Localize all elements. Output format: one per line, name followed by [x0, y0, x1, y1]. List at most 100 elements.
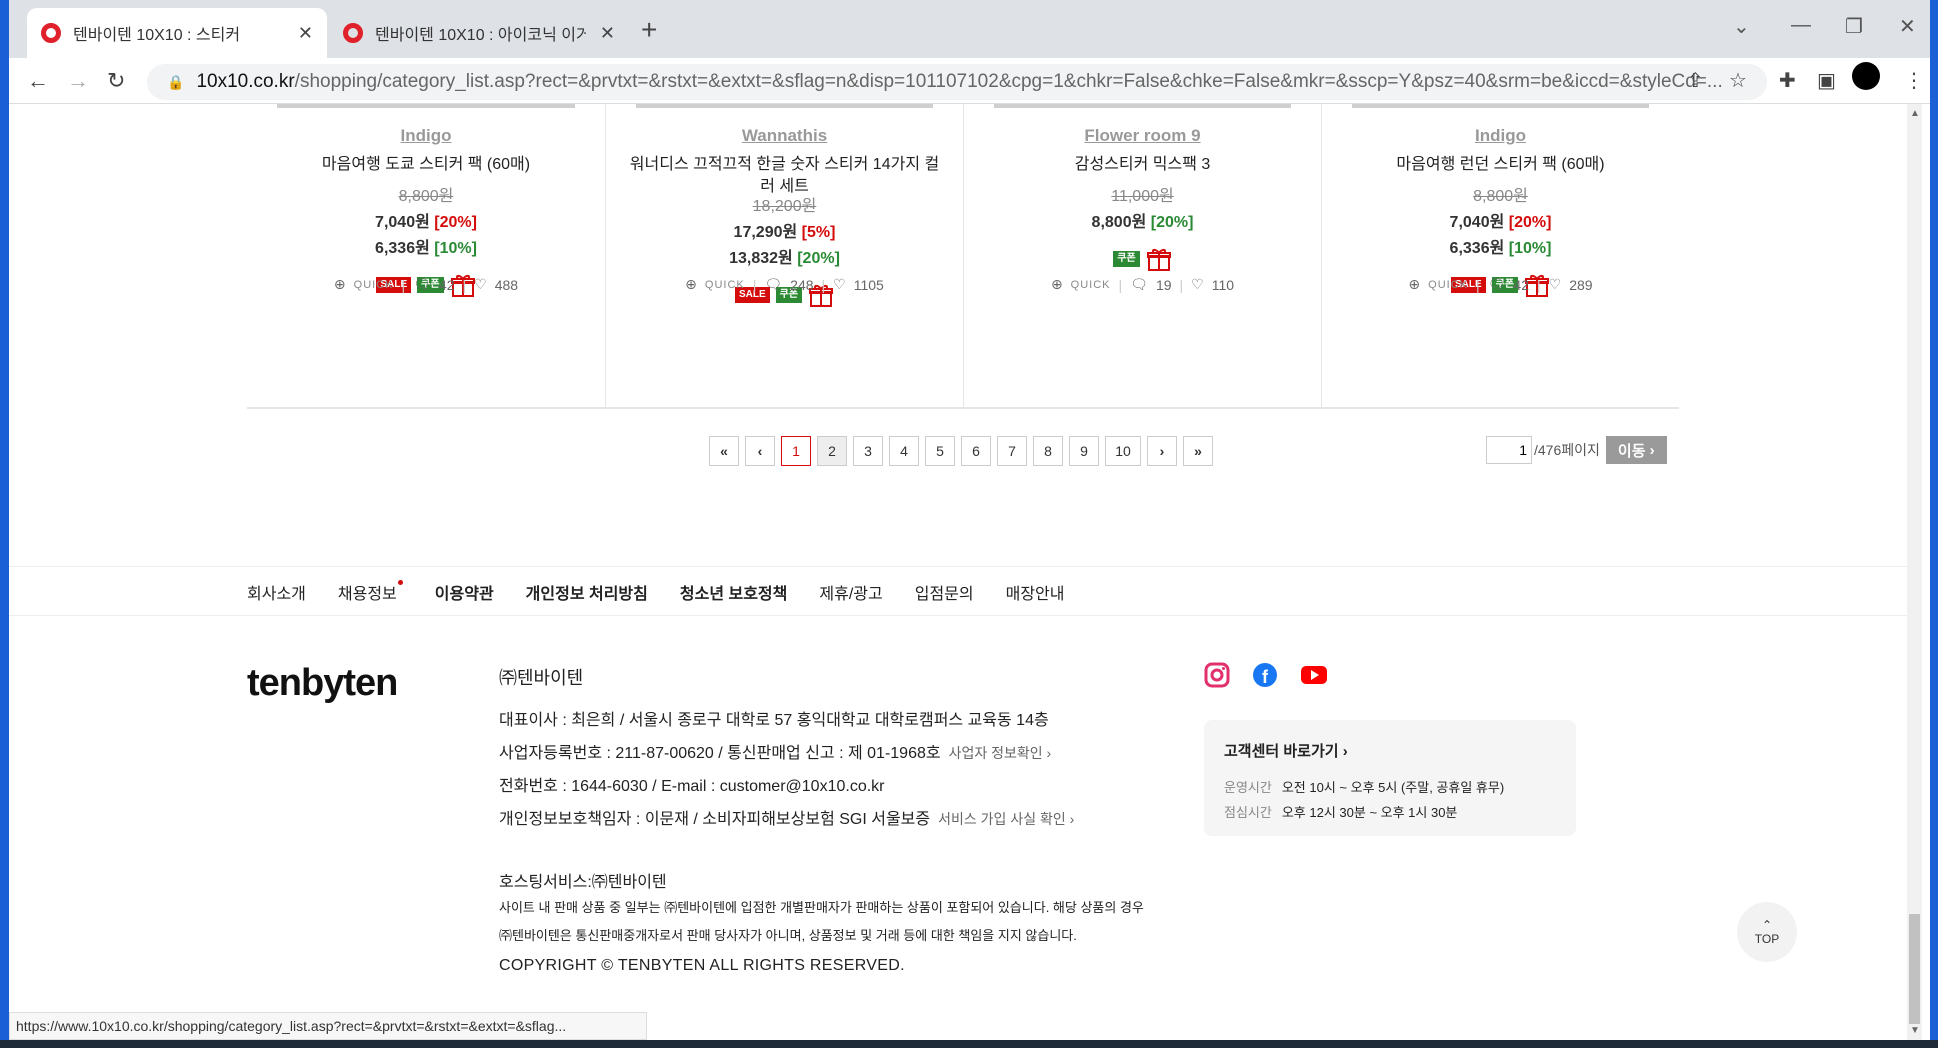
tenbyten-logo[interactable]: tenbyten: [247, 662, 398, 705]
brand-link[interactable]: Indigo: [247, 126, 605, 146]
tab-title: 텐바이텐 10X10 : 아이코닉 이거: [375, 27, 586, 44]
next-page-icon[interactable]: ›: [1147, 436, 1177, 466]
footer-link[interactable]: 매장안내: [1006, 580, 1065, 604]
page-jump-label: 이동: [1617, 442, 1646, 460]
product-thumbnail[interactable]: [277, 104, 575, 108]
side-panel-icon[interactable]: ▣: [1817, 68, 1836, 93]
page-link[interactable]: 9: [1069, 436, 1099, 466]
page-link[interactable]: 4: [889, 436, 919, 466]
quick-view-button[interactable]: QUICK: [1428, 279, 1468, 291]
customer-center-box[interactable]: 고객센터 바로가기 › 운영시간 오전 10시 ~ 오후 5시 (주말, 공휴일 …: [1204, 720, 1576, 836]
product-card[interactable]: Indigo 마음여행 런던 스티커 팩 (60매) 8,800원 7,040원 [2…: [1321, 104, 1679, 407]
hours-row: 운영시간 오전 10시 ~ 오후 5시 (주말, 공휴일 휴무): [1224, 775, 1556, 800]
heart-icon[interactable]: ♡: [1191, 276, 1204, 293]
page-link[interactable]: 6: [961, 436, 991, 466]
reload-icon[interactable]: ↻: [107, 68, 125, 94]
original-price: 8,800원: [398, 188, 454, 205]
heart-icon[interactable]: ♡: [474, 276, 487, 293]
scroll-up-icon[interactable]: ▲: [1910, 108, 1920, 119]
first-page-icon[interactable]: «: [709, 436, 739, 466]
close-icon[interactable]: ✕: [600, 23, 615, 44]
footer-link[interactable]: 채용정보: [338, 580, 403, 604]
restore-icon[interactable]: ❐: [1845, 14, 1863, 39]
product-card[interactable]: Wannathis 워너디스 끄적끄적 한글 숫자 스티커 14가지 컬러 세트 1…: [605, 104, 963, 407]
product-thumbnail[interactable]: [636, 104, 933, 108]
share-icon[interactable]: ⇪: [1687, 68, 1704, 93]
new-tab-plus-icon[interactable]: +: [641, 14, 657, 46]
footer-link[interactable]: 이용약관: [435, 580, 494, 604]
top-label: TOP: [1754, 932, 1780, 946]
business-info-link[interactable]: 사업자 정보확인 ›: [949, 745, 1052, 761]
heart-icon[interactable]: ♡: [833, 276, 846, 293]
bookmark-star-icon[interactable]: ☆: [1729, 68, 1747, 93]
window-close-icon[interactable]: ✕: [1899, 14, 1916, 39]
page-link[interactable]: 1: [781, 436, 811, 466]
instagram-icon[interactable]: [1204, 662, 1230, 688]
product-name[interactable]: 워너디스 끄적끄적 한글 숫자 스티커 14가지 컬러 세트: [626, 154, 943, 198]
product-name[interactable]: 마음여행 런던 스티커 팩 (60매): [1342, 154, 1659, 176]
quick-view-button[interactable]: QUICK: [1071, 279, 1111, 291]
quick-view-button[interactable]: QUICK: [354, 279, 394, 291]
forward-arrow-icon[interactable]: →: [67, 68, 89, 94]
zoom-icon[interactable]: ⊕: [1408, 276, 1420, 293]
extensions-puzzle-icon[interactable]: ✚: [1779, 68, 1796, 93]
footer-link-label: 채용정보: [337, 586, 397, 603]
heart-icon[interactable]: ♡: [1549, 276, 1562, 293]
product-thumbnail[interactable]: [994, 104, 1291, 108]
zoom-icon[interactable]: ⊕: [1051, 276, 1063, 293]
page-link[interactable]: 7: [997, 436, 1027, 466]
quick-view-button[interactable]: QUICK: [705, 279, 745, 291]
lunch-row: 점심시간 오후 12시 30분 ~ 오후 1시 30분: [1224, 800, 1556, 825]
coupon-percent: [10%]: [1508, 240, 1552, 257]
page-link[interactable]: 3: [853, 436, 883, 466]
last-page-icon[interactable]: »: [1183, 436, 1213, 466]
facebook-icon[interactable]: f: [1252, 662, 1278, 688]
product-card[interactable]: Indigo 마음여행 도쿄 스티커 팩 (60매) 8,800원 7,040원 [2…: [247, 104, 605, 407]
customer-center-link[interactable]: 고객센터 바로가기 ›: [1224, 740, 1556, 761]
profile-avatar[interactable]: [1852, 62, 1880, 90]
scroll-thumb[interactable]: [1909, 914, 1920, 1024]
page-link[interactable]: 5: [925, 436, 955, 466]
page-link[interactable]: 10: [1105, 436, 1141, 466]
zoom-icon[interactable]: ⊕: [334, 276, 346, 293]
hosting-info: 호스팅서비스:㈜텐바이텐: [499, 874, 667, 891]
footer-link-label: 매장안내: [1005, 586, 1065, 603]
scroll-down-icon[interactable]: ▼: [1910, 1025, 1920, 1036]
coupon-price: 13,832원: [729, 250, 793, 267]
brand-link[interactable]: Wannathis: [606, 126, 963, 146]
coupon-price-row: 6,336원 [10%]: [247, 236, 605, 262]
page-content: Indigo 마음여행 도쿄 스티커 팩 (60매) 8,800원 7,040원 [2…: [9, 104, 1922, 1040]
url-bar[interactable]: 🔒 10x10.co.kr/shopping/category_list.asp…: [147, 64, 1767, 100]
prev-page-icon[interactable]: ‹: [745, 436, 775, 466]
menu-kebab-icon[interactable]: ⋮: [1904, 68, 1924, 93]
footer-link[interactable]: 개인정보 처리방침: [526, 580, 648, 604]
product-thumbnail[interactable]: [1352, 104, 1649, 108]
service-confirm-link[interactable]: 서비스 가입 사실 확인 ›: [938, 811, 1074, 827]
page-scrollbar[interactable]: ▲ ▼: [1907, 104, 1922, 1040]
product-card[interactable]: Flower room 9 감성스티커 믹스팩 3 11,000원 8,800원 [2…: [963, 104, 1321, 407]
footer-link[interactable]: 제휴/광고: [819, 580, 882, 604]
page-link[interactable]: 8: [1033, 436, 1063, 466]
footer-link[interactable]: 청소년 보호정책: [680, 580, 788, 604]
youtube-icon[interactable]: [1300, 662, 1328, 688]
brand-link[interactable]: Indigo: [1322, 126, 1679, 146]
product-name[interactable]: 마음여행 도쿄 스티커 팩 (60매): [267, 154, 585, 176]
sale-price-row: 7,040원 [20%]: [1322, 210, 1679, 236]
scroll-top-button[interactable]: ⌃ TOP: [1737, 902, 1797, 962]
url-path: /shopping/category_list.asp?rect=&prvtxt…: [294, 71, 1723, 92]
brand-link[interactable]: Flower room 9: [964, 126, 1321, 146]
zoom-icon[interactable]: ⊕: [685, 276, 697, 293]
back-arrow-icon[interactable]: ←: [27, 68, 49, 94]
page-link[interactable]: 2: [817, 436, 847, 466]
price-block: 8,800원 7,040원 [20%] 6,336원 [10%]: [247, 184, 605, 262]
footer-link[interactable]: 회사소개: [247, 580, 306, 604]
tab-search-chevron-icon[interactable]: ⌄: [1733, 14, 1750, 39]
tab-iconic[interactable]: 텐바이텐 10X10 : 아이코닉 이거 ✕: [329, 8, 629, 58]
page-jump-button[interactable]: 이동 ›: [1605, 436, 1667, 464]
footer-link[interactable]: 입점문의: [915, 580, 974, 604]
product-name[interactable]: 감성스티커 믹스팩 3: [984, 154, 1301, 176]
minimize-icon[interactable]: —: [1791, 14, 1811, 37]
tab-stickers[interactable]: 텐바이텐 10X10 : 스티커 ✕: [27, 8, 327, 58]
page-jump-input[interactable]: [1486, 436, 1532, 464]
close-icon[interactable]: ✕: [298, 23, 313, 44]
